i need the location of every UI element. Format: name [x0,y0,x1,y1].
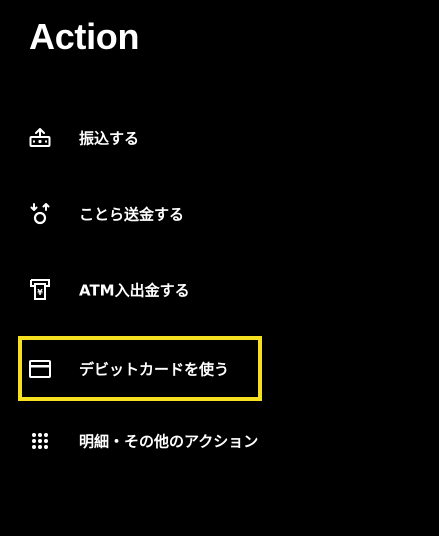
menu-item-atm[interactable]: ¥ ATM入出金する [18,262,258,318]
menu-item-label: 振込する [79,129,140,148]
bank-transfer-icon [28,126,52,150]
menu-item-details-other[interactable]: 明細・その他のアクション [18,413,258,469]
menu-item-transfer[interactable]: 振込する [18,110,258,166]
menu-item-label: ATM入出金する [79,281,190,300]
menu-item-debit-card[interactable]: デビットカードを使う [18,336,262,401]
menu-item-kotora-send[interactable]: ことら送金する [18,186,258,242]
grid-dots-icon [28,429,52,453]
atm-icon: ¥ [28,278,52,302]
menu-item-label: ことら送金する [79,205,185,224]
credit-card-icon [28,357,52,381]
menu-item-label: 明細・その他のアクション [79,432,259,451]
svg-text:¥: ¥ [37,288,43,297]
kotora-send-icon [28,202,52,226]
menu-item-label: デビットカードを使う [79,360,230,378]
page-title: Action [29,16,140,57]
